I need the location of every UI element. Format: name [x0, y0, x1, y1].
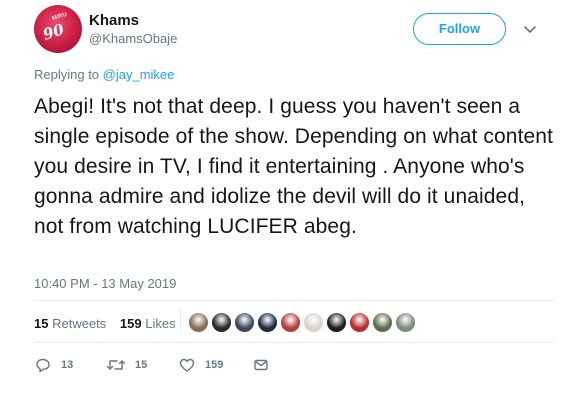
- reply-action[interactable]: 13: [34, 356, 73, 374]
- liker-avatar[interactable]: [303, 312, 324, 333]
- author-avatar[interactable]: MIRU 90: [34, 5, 82, 53]
- likes-count: 159: [119, 316, 142, 331]
- liker-avatar[interactable]: [188, 312, 209, 333]
- liker-avatar[interactable]: [372, 312, 393, 333]
- replying-to-line: Replying to @jay_mikee: [34, 67, 174, 82]
- author-handle[interactable]: @KhamsObaje: [89, 31, 177, 46]
- avatar-number: 90: [40, 20, 67, 44]
- retweet-action[interactable]: 15: [106, 356, 147, 374]
- retweets-label: Retweets: [52, 316, 107, 331]
- retweet-icon: [106, 356, 126, 374]
- liker-avatar[interactable]: [211, 312, 232, 333]
- liker-avatar[interactable]: [349, 312, 370, 333]
- reply-count: 13: [61, 359, 74, 371]
- replying-to-prefix: Replying to: [34, 67, 103, 82]
- chevron-down-icon[interactable]: [520, 19, 540, 39]
- likes-label: Likes: [145, 316, 176, 331]
- retweets-count: 15: [34, 316, 49, 331]
- tweet-card: MIRU 90 Khams @KhamsObaje Follow Replyin…: [0, 0, 572, 402]
- direct-message-action[interactable]: [252, 356, 270, 374]
- likes-stat[interactable]: 159 Likes: [120, 316, 176, 331]
- tweet-timestamp[interactable]: 10:40 PM - 13 May 2019: [34, 276, 176, 291]
- divider: [34, 300, 554, 301]
- stats-separator: [180, 308, 181, 334]
- like-action[interactable]: 159: [178, 356, 223, 374]
- tweet-text: Abegi! It's not that deep. I guess you h…: [34, 95, 553, 238]
- follow-button[interactable]: Follow: [413, 13, 506, 45]
- retweet-count: 15: [135, 359, 148, 371]
- liker-avatar[interactable]: [326, 312, 347, 333]
- author-display-name[interactable]: Khams: [89, 12, 139, 29]
- envelope-icon: [252, 356, 270, 374]
- divider: [34, 342, 554, 343]
- liker-avatar[interactable]: [280, 312, 301, 333]
- liker-avatar[interactable]: [257, 312, 278, 333]
- tweet-stats: 15 Retweets 159 Likes: [34, 316, 176, 331]
- reply-icon: [34, 356, 52, 374]
- heart-icon: [178, 356, 196, 374]
- liker-avatar[interactable]: [395, 312, 416, 333]
- reply-mention-link[interactable]: @jay_mikee: [103, 67, 175, 82]
- like-count: 159: [205, 359, 224, 371]
- retweets-stat[interactable]: 15 Retweets: [34, 316, 106, 331]
- liker-avatar[interactable]: [234, 312, 255, 333]
